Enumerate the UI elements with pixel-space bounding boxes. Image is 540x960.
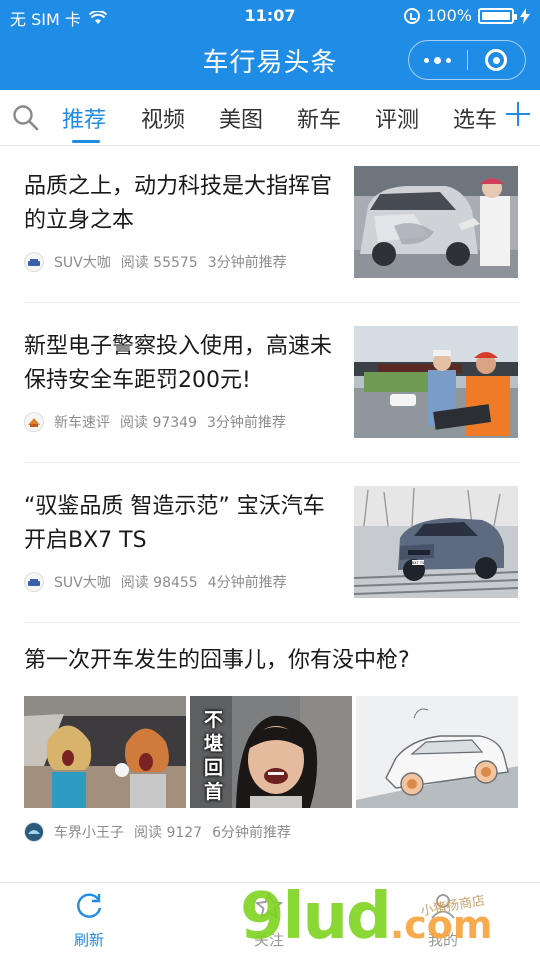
article-reads: 阅读 9127	[134, 825, 203, 841]
more-menu-button[interactable]	[409, 56, 467, 64]
article-meta: SUV大咖 阅读 98455 4分钟前推荐	[24, 572, 287, 592]
article-thumbnail[interactable]	[354, 166, 518, 278]
article-source: SUV大咖	[54, 255, 111, 271]
article-title[interactable]: 新型电子警察投入使用，高速未保持安全车距罚200元!	[24, 330, 344, 398]
nav-refresh-label: 刷新	[73, 931, 104, 949]
tab-photos[interactable]: 美图	[219, 102, 263, 134]
plate-text: BX7 TS	[412, 561, 425, 565]
target-icon	[485, 49, 508, 71]
article-reads: 阅读 97349	[120, 415, 197, 431]
tab-car-selection[interactable]: 选车	[453, 102, 497, 134]
article-image-row: 不堪回首	[24, 696, 518, 808]
feed-divider	[24, 462, 518, 463]
article-title[interactable]: 第一次开车发生的囧事儿，你有没中枪?	[24, 644, 518, 678]
battery-icon	[478, 7, 517, 24]
source-avatar-icon	[24, 412, 44, 432]
article-title[interactable]: 品质之上，动力科技是大指挥官的立身之本	[24, 170, 344, 238]
article-source: 车界小王子	[54, 825, 124, 841]
rotation-lock-icon	[404, 7, 421, 24]
watermark-main: 9lud	[240, 880, 392, 954]
image-overlay-caption: 不堪回首	[204, 709, 224, 803]
close-miniprogram-button[interactable]	[468, 49, 526, 71]
refresh-icon	[77, 893, 102, 918]
article-source: SUV大咖	[54, 575, 111, 591]
source-avatar-icon	[24, 822, 44, 842]
article-thumbnail[interactable]: BX7 TS	[354, 486, 518, 598]
tab-recommend[interactable]: 推荐	[62, 102, 106, 134]
article-time: 3分钟前推荐	[207, 255, 287, 271]
active-tab-indicator	[72, 140, 100, 143]
article-thumbnail[interactable]	[24, 696, 186, 808]
article-meta: 车界小王子 阅读 9127 6分钟前推荐	[24, 822, 291, 842]
article-reads: 阅读 98455	[120, 575, 198, 591]
article-item[interactable]: “驭鉴品质 智造示范” 宝沃汽车开启BX7 TS SUV大咖 阅读 98455 …	[24, 486, 518, 602]
source-avatar-icon	[24, 252, 44, 272]
article-meta: 新车速评 阅读 97349 3分钟前推荐	[24, 412, 286, 432]
status-bar: 无 SIM 卡 11:07 100%	[0, 0, 540, 30]
article-item[interactable]: 品质之上，动力科技是大指挥官的立身之本 SUV大咖 阅读 55575 3分钟前推…	[24, 166, 518, 282]
more-dot-icon	[446, 57, 452, 63]
category-tabs: 推荐 视频 美图 新车 评测 选车	[0, 90, 540, 146]
charging-bolt-icon	[520, 7, 530, 24]
article-reads: 阅读 55575	[120, 255, 198, 271]
article-thumbnail[interactable]	[356, 696, 518, 808]
miniprogram-capsule	[408, 40, 526, 80]
bottom-nav: 刷新 关注 我的 9lud.com 小猪扬商店	[0, 880, 540, 960]
status-right: 100%	[404, 6, 530, 25]
article-thumbnail[interactable]: 不堪回首	[190, 696, 352, 808]
article-time: 3分钟前推荐	[207, 415, 286, 431]
article-item[interactable]: 新型电子警察投入使用，高速未保持安全车距罚200元! 新车速评 阅读 97349…	[24, 326, 518, 442]
more-dot-icon	[424, 57, 430, 63]
article-time: 6分钟前推荐	[212, 825, 292, 841]
source-avatar-icon	[24, 572, 44, 592]
tab-video[interactable]: 视频	[141, 102, 185, 134]
article-meta: SUV大咖 阅读 55575 3分钟前推荐	[24, 252, 287, 272]
tab-reviews[interactable]: 评测	[375, 102, 419, 134]
battery-fill	[482, 11, 510, 20]
search-icon[interactable]	[12, 104, 40, 132]
add-tab-icon[interactable]	[506, 102, 530, 126]
article-source: 新车速评	[54, 415, 110, 431]
article-time: 4分钟前推荐	[207, 575, 287, 591]
app-header: 车行易头条	[0, 30, 540, 90]
feed-divider	[24, 302, 518, 303]
tab-new-cars[interactable]: 新车	[297, 102, 341, 134]
feed-divider	[24, 622, 518, 623]
article-item[interactable]: 第一次开车发生的囧事儿，你有没中枪? 不堪回首 车界小王子 阅读 9127 6分…	[24, 644, 518, 844]
nav-refresh[interactable]: 刷新	[44, 891, 134, 950]
article-thumbnail[interactable]	[354, 326, 518, 438]
watermark-logo: 9lud.com	[240, 880, 493, 954]
battery-percent: 100%	[426, 6, 472, 25]
article-title[interactable]: “驭鉴品质 智造示范” 宝沃汽车开启BX7 TS	[24, 490, 344, 558]
more-dot-icon	[434, 56, 442, 64]
